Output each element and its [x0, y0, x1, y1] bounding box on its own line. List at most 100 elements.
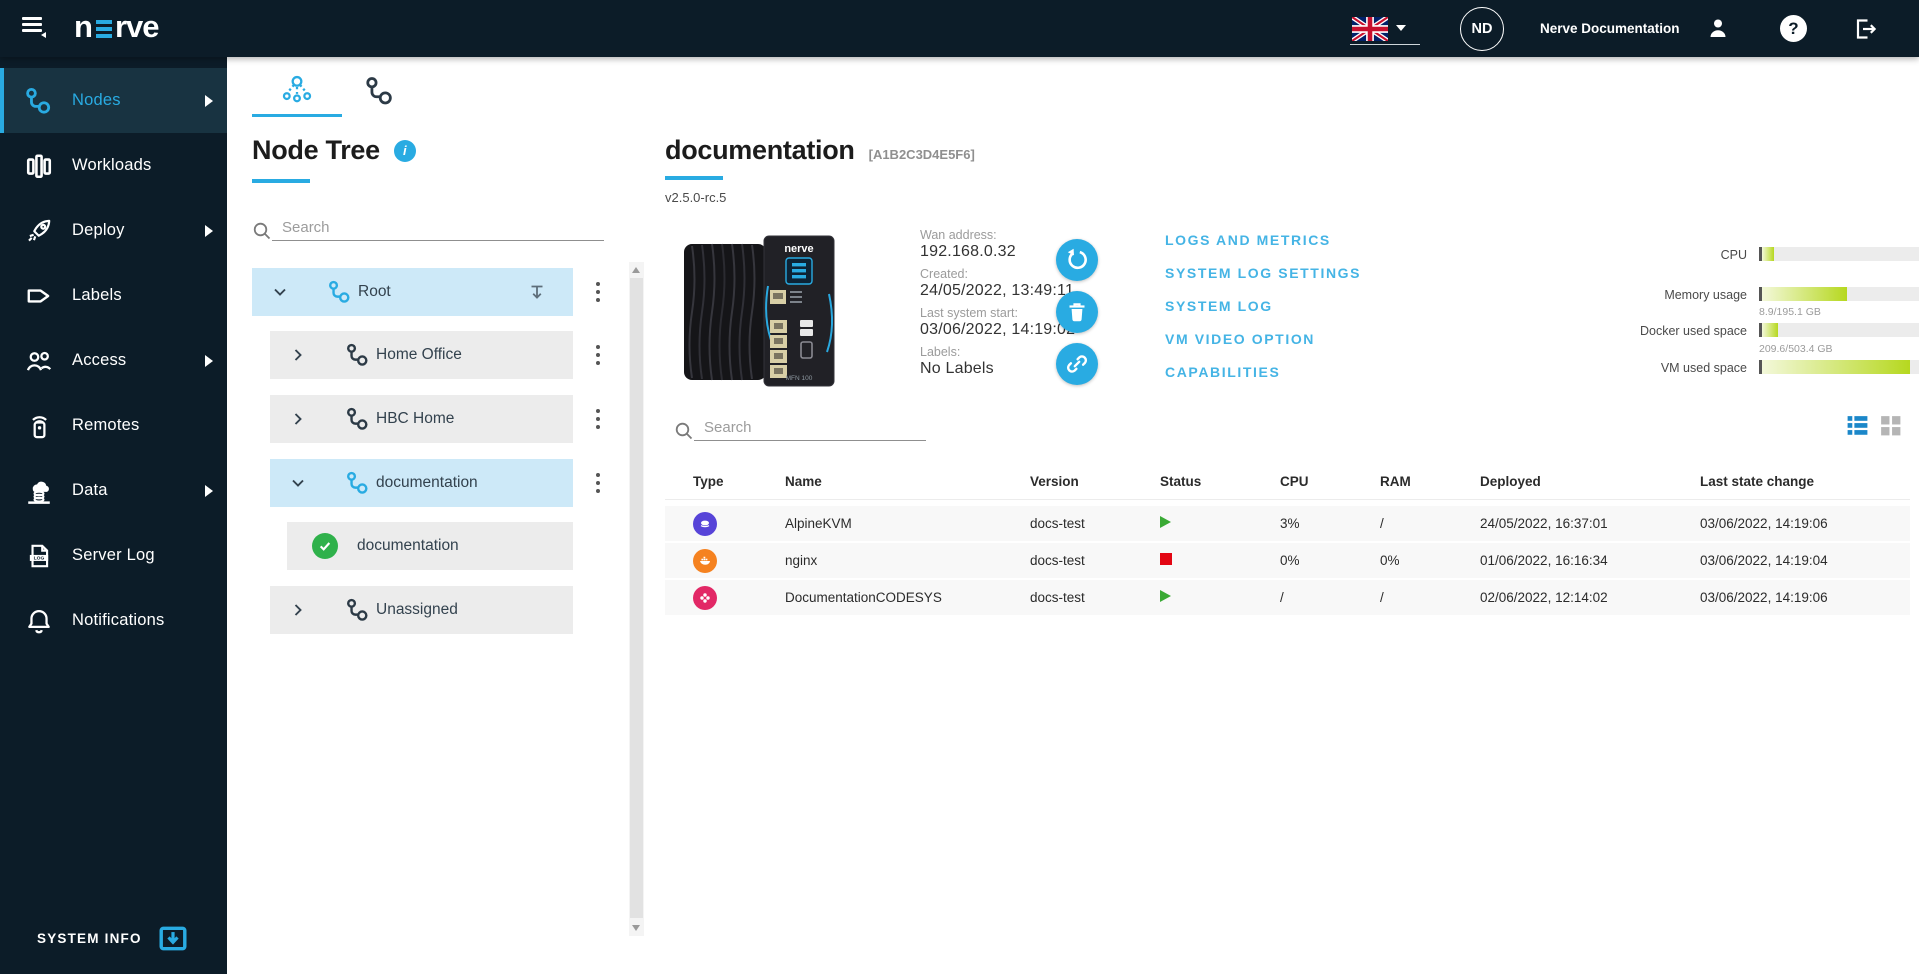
nerve-logo: n rve	[74, 9, 160, 45]
column-header-ram: RAM	[1380, 473, 1411, 489]
node-tree-search-input[interactable]	[272, 217, 604, 241]
workload-last-state-change: 03/06/2022, 14:19:06	[1700, 590, 1828, 605]
server-log-icon: LOG	[24, 541, 54, 571]
tree-item-documentation-folder[interactable]: documentation	[270, 459, 573, 507]
field-label: Wan address:	[920, 228, 997, 242]
sidebar: Nodes Workloads Deploy Labels Access Rem…	[0, 57, 227, 974]
sidebar-item-label: Workloads	[72, 156, 152, 174]
sidebar-item-notifications[interactable]: Notifications	[0, 588, 227, 653]
tree-item-label: documentation	[376, 474, 478, 491]
nodes-icon	[24, 86, 54, 116]
system-info-button[interactable]: SYSTEM INFO	[37, 925, 188, 952]
top-bar: n rve ND Nerve Documentation ?	[0, 0, 1919, 57]
stat-label-vm: VM used space	[1660, 361, 1747, 375]
node-icon	[346, 598, 370, 622]
chevron-right-icon[interactable]	[290, 411, 306, 427]
tree-item-menu-icon[interactable]	[588, 406, 608, 432]
tree-item-menu-icon[interactable]	[588, 470, 608, 496]
system-log-settings-link[interactable]: SYSTEM LOG SETTINGS	[1165, 265, 1425, 281]
node-info: Wan address: 192.168.0.32 Created: 24/05…	[920, 228, 1140, 384]
workloads-icon	[24, 151, 54, 181]
tree-item-menu-icon[interactable]	[588, 279, 608, 305]
workload-cpu: 0%	[1280, 553, 1300, 568]
tree-scrollbar[interactable]	[629, 262, 644, 936]
tree-item-root[interactable]: Root	[252, 268, 573, 316]
info-icon[interactable]: i	[393, 139, 416, 162]
system-log-link[interactable]: SYSTEM LOG	[1165, 298, 1425, 314]
tree-item-documentation-node[interactable]: documentation	[287, 522, 573, 570]
uk-flag-icon	[1352, 17, 1388, 41]
scroll-up-icon[interactable]	[632, 267, 640, 273]
menu-toggle-icon[interactable]	[22, 17, 46, 39]
delete-button[interactable]	[1056, 291, 1098, 333]
table-row[interactable]: nginx docs-test 0% 0% 01/06/2022, 16:16:…	[665, 543, 1910, 578]
sidebar-item-nodes[interactable]: Nodes	[0, 68, 227, 133]
workload-search-input[interactable]	[694, 417, 926, 441]
tree-item-label: HBC Home	[376, 410, 455, 427]
sidebar-item-label: Notifications	[72, 611, 165, 629]
last-system-start-value: 03/06/2022, 14:19:02	[920, 321, 1076, 338]
node-actions	[1056, 239, 1098, 395]
help-icon[interactable]: ?	[1780, 15, 1807, 42]
system-info-download-icon	[159, 926, 187, 951]
node-icon	[346, 407, 370, 431]
sidebar-item-access[interactable]: Access	[0, 328, 227, 393]
scrollbar-thumb[interactable]	[630, 278, 643, 918]
workload-ram: /	[1380, 590, 1384, 605]
logout-icon[interactable]	[1852, 16, 1878, 42]
workload-deployed: 02/06/2022, 12:14:02	[1480, 590, 1608, 605]
capabilities-link[interactable]: CAPABILITIES	[1165, 364, 1425, 380]
tab-node-list[interactable]	[342, 65, 418, 117]
sidebar-item-labels[interactable]: Labels	[0, 263, 227, 328]
sidebar-item-data[interactable]: Data	[0, 458, 227, 523]
vm-type-icon	[693, 511, 717, 536]
tab-node-tree[interactable]	[252, 65, 342, 117]
codesys-type-icon	[693, 585, 717, 610]
svg-text:nerve: nerve	[784, 243, 813, 255]
notifications-icon	[24, 606, 54, 636]
chevron-down-icon[interactable]	[290, 475, 306, 491]
node-icon	[346, 343, 370, 367]
avatar[interactable]: ND	[1460, 7, 1504, 51]
tree-item-home-office[interactable]: Home Office	[270, 331, 573, 379]
column-header-last-state-change: Last state change	[1700, 473, 1815, 489]
workload-deployed: 24/05/2022, 16:37:01	[1480, 516, 1608, 531]
logo-text-end: rve	[114, 9, 160, 44]
list-view-icon[interactable]	[1845, 413, 1870, 438]
collapse-all-icon[interactable]	[527, 282, 547, 302]
vm-video-option-link[interactable]: VM VIDEO OPTION	[1165, 331, 1425, 347]
link-icon	[1066, 355, 1088, 373]
user-icon[interactable]	[1706, 16, 1730, 40]
tree-item-unassigned[interactable]: Unassigned	[270, 586, 573, 634]
chevron-down-icon[interactable]	[272, 284, 288, 300]
workload-search	[674, 417, 926, 441]
sidebar-item-label: Server Log	[72, 546, 155, 564]
connect-button[interactable]	[1056, 343, 1098, 385]
chevron-right-icon[interactable]	[290, 602, 306, 618]
workload-deployed: 01/06/2022, 16:16:34	[1480, 553, 1608, 568]
view-tabs	[252, 65, 418, 120]
tree-item-hbc-home[interactable]: HBC Home	[270, 395, 573, 443]
deploy-icon	[24, 216, 54, 246]
reboot-button[interactable]	[1056, 239, 1098, 281]
field-label: Labels:	[920, 345, 961, 359]
node-icon	[366, 77, 392, 105]
workload-cpu: /	[1280, 590, 1284, 605]
node-tree-search	[252, 217, 604, 241]
sidebar-item-workloads[interactable]: Workloads	[0, 133, 227, 198]
logo-bars-glyph	[95, 19, 112, 40]
content-area: Node Tree i Root	[227, 57, 1919, 974]
sidebar-item-server-log[interactable]: LOG Server Log	[0, 523, 227, 588]
column-header-status: Status	[1160, 473, 1202, 489]
grid-view-icon[interactable]	[1878, 413, 1903, 438]
table-row[interactable]: DocumentationCODESYS docs-test / / 02/06…	[665, 580, 1910, 615]
sidebar-item-remotes[interactable]: Remotes	[0, 393, 227, 458]
tree-item-label: Root	[358, 283, 391, 300]
trash-icon	[1069, 303, 1085, 322]
table-row[interactable]: AlpineKVM docs-test 3% / 24/05/2022, 16:…	[665, 506, 1910, 541]
chevron-right-icon[interactable]	[290, 347, 306, 363]
sidebar-item-deploy[interactable]: Deploy	[0, 198, 227, 263]
tree-item-menu-icon[interactable]	[588, 342, 608, 368]
logs-and-metrics-link[interactable]: LOGS AND METRICS	[1165, 232, 1425, 248]
scroll-down-icon[interactable]	[632, 925, 640, 931]
